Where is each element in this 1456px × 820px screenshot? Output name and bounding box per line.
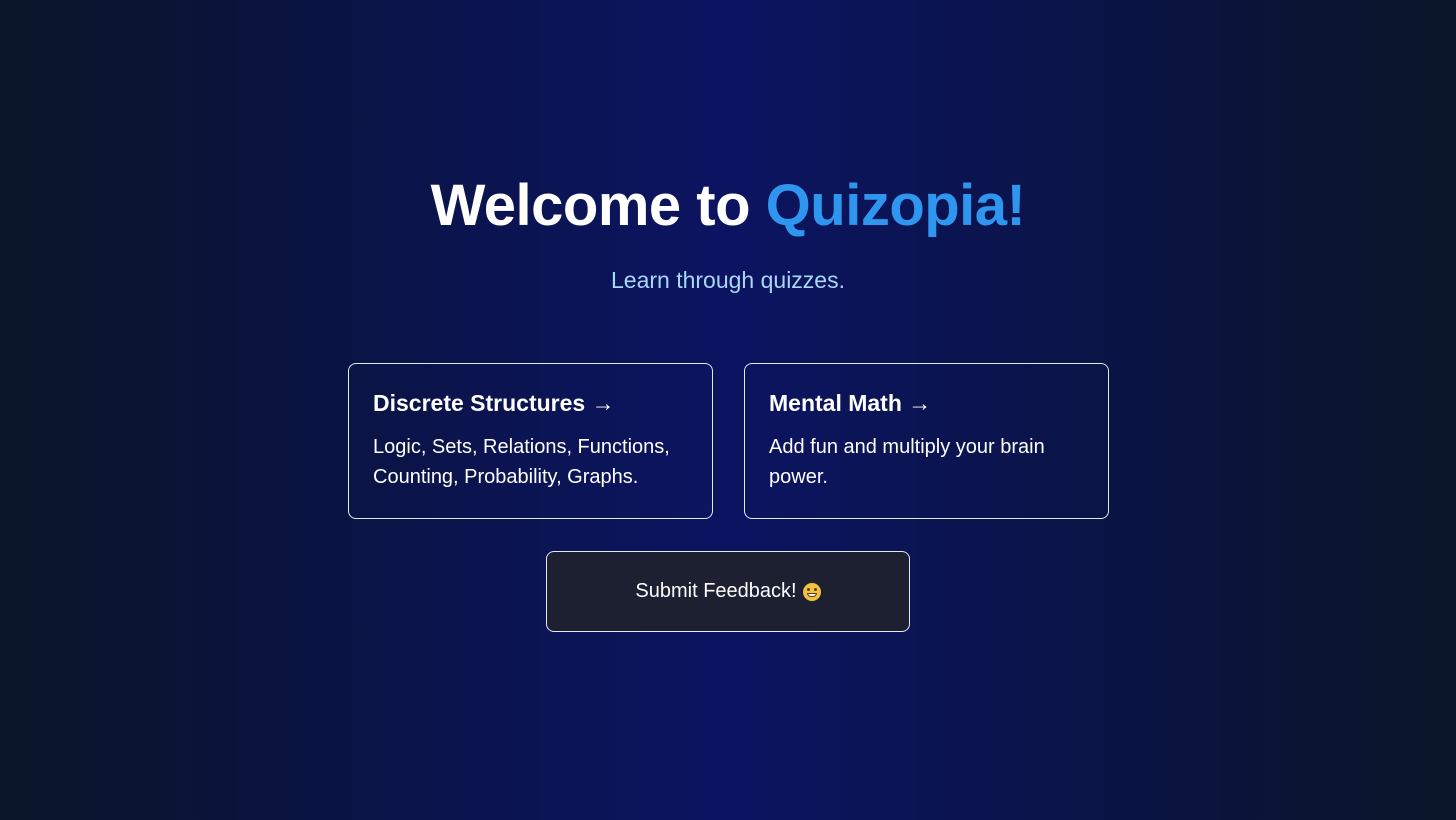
quiz-card-discrete-structures[interactable]: Discrete Structures → Logic, Sets, Relat…	[348, 363, 713, 519]
brand-name: Quizopia!	[765, 173, 1026, 238]
title-prefix: Welcome to	[430, 173, 766, 238]
page-title: Welcome to Quizopia!	[0, 170, 1456, 242]
feedback-label: Submit Feedback!	[635, 580, 797, 602]
card-description: Add fun and multiply your brain power.	[769, 436, 1045, 488]
card-title: Discrete Structures →	[373, 390, 615, 416]
quiz-card-mental-math[interactable]: Mental Math → Add fun and multiply your …	[744, 363, 1109, 519]
grinning-face-icon	[802, 582, 821, 601]
page-subtitle: Learn through quizzes.	[611, 267, 845, 293]
hero: Welcome to Quizopia!	[0, 170, 1456, 242]
card-title: Mental Math →	[769, 390, 932, 416]
submit-feedback-button[interactable]: Submit Feedback!	[546, 551, 910, 632]
card-description: Logic, Sets, Relations, Functions, Count…	[373, 436, 670, 488]
